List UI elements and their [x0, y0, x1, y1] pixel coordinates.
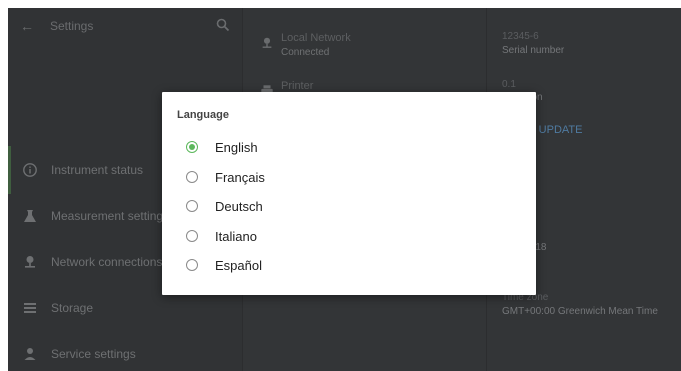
network-item-title: Local Network	[281, 32, 351, 44]
language-option-label: English	[215, 140, 258, 155]
language-option-espanol[interactable]: Español	[162, 251, 536, 281]
language-option-label: Español	[215, 258, 262, 273]
radio-button[interactable]	[186, 200, 198, 212]
version-value: 0.1	[502, 79, 516, 90]
network-item-local-network[interactable]: Local Network Connected	[243, 22, 486, 66]
sidebar-item-label: Measurement settings	[51, 209, 170, 223]
network-item-title: Printer	[281, 80, 314, 92]
language-option-deutsch[interactable]: Deutsch	[162, 192, 536, 222]
radio-button[interactable]	[186, 141, 198, 153]
back-arrow-icon[interactable]: ←	[20, 18, 34, 34]
sidebar-item-label: Service settings	[51, 347, 136, 361]
nav-title: Settings	[50, 19, 94, 33]
sidebar-item-service-settings[interactable]: Service settings	[8, 334, 242, 371]
radio-button[interactable]	[186, 171, 198, 183]
language-option-label: Deutsch	[215, 199, 263, 214]
serial-value: 12345-6	[502, 31, 539, 42]
language-option-label: Italiano	[215, 229, 257, 244]
language-option-italiano[interactable]: Italiano	[162, 222, 536, 252]
radio-button[interactable]	[186, 230, 198, 242]
sidebar-item-label: Storage	[51, 301, 94, 315]
sidebar-item-label: Network connections	[51, 255, 163, 269]
info-icon	[23, 163, 37, 177]
serial-label: Serial number	[502, 45, 565, 56]
language-dialog: Language English Français Deutsch Italia…	[162, 92, 536, 295]
search-icon[interactable]	[216, 18, 230, 32]
network-item-status: Connected	[281, 47, 330, 58]
timezone-value[interactable]: GMT+00:00 Greenwich Mean Time	[502, 306, 658, 317]
nav-header: ← Settings	[8, 8, 242, 44]
flask-icon	[24, 210, 36, 222]
sidebar-item-label: Instrument status	[51, 163, 144, 177]
radio-button[interactable]	[186, 259, 198, 271]
network-icon	[25, 256, 35, 268]
network-icon	[262, 37, 272, 48]
storage-icon	[24, 303, 36, 313]
person-icon	[24, 348, 36, 360]
language-option-english[interactable]: English	[162, 133, 536, 163]
dialog-title: Language	[177, 109, 229, 121]
language-option-francais[interactable]: Français	[162, 163, 536, 193]
language-option-label: Français	[215, 170, 265, 185]
